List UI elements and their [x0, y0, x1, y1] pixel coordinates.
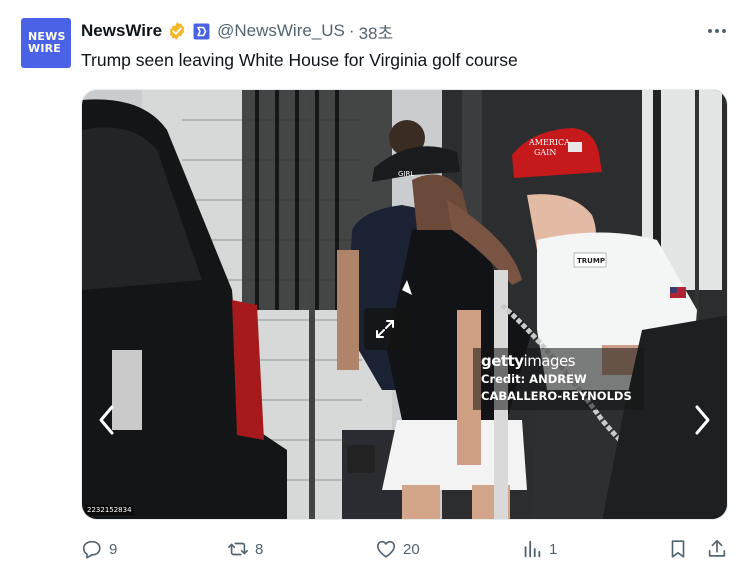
previous-image-chevron-icon[interactable]	[96, 403, 120, 437]
views-button[interactable]: 1	[521, 536, 557, 562]
repost-button[interactable]: 8	[227, 536, 263, 562]
tweet-media[interactable]: GIRL AMERICA GAIN TRUMP gettyimages Cred…	[81, 89, 728, 520]
media-photo[interactable]: GIRL AMERICA GAIN TRUMP	[82, 90, 728, 520]
next-image-chevron-icon[interactable]	[689, 403, 713, 437]
image-id-label: 2232152834	[85, 505, 134, 515]
avatar[interactable]: NEWS WIRE	[21, 18, 71, 68]
hat-text: GIRL	[398, 170, 414, 178]
reply-count: 9	[109, 540, 118, 558]
more-horizontal-icon[interactable]	[706, 20, 728, 42]
watermark-credit-line1: Credit: ANDREW	[481, 372, 587, 386]
getty-watermark: gettyimages Credit: ANDREW CABALLERO-REY…	[473, 348, 644, 410]
cap-text-line1: AMERICA	[528, 138, 570, 147]
bookmark-button[interactable]	[667, 536, 689, 562]
views-count: 1	[549, 540, 558, 558]
repost-icon	[228, 542, 248, 556]
separator-dot: ·	[348, 21, 355, 40]
cap-text-line2: GAIN	[534, 148, 556, 157]
tweet-header: NewsWire @NewsWire_US · 38초	[81, 19, 394, 44]
like-icon	[376, 540, 396, 558]
shirt-logo-text: TRUMP	[577, 257, 605, 265]
expand-icon[interactable]	[364, 308, 406, 350]
watermark-credit-line2: CABALLERO-REYNOLDS	[481, 389, 632, 403]
avatar-text-line2: WIRE	[28, 42, 62, 55]
repost-count: 8	[255, 540, 264, 558]
verified-badge-icon[interactable]	[167, 21, 187, 41]
share-button[interactable]	[706, 536, 728, 562]
views-icon	[524, 540, 541, 558]
action-bar: 9 8 20 1	[81, 536, 728, 562]
tweet-card[interactable]: NEWS WIRE NewsWire @NewsWire_US · 38초 Tr…	[0, 0, 749, 570]
user-handle[interactable]: @NewsWire_US	[217, 21, 345, 41]
bookmark-icon	[671, 540, 685, 558]
like-button[interactable]: 20	[375, 536, 420, 562]
share-icon	[708, 539, 726, 557]
watermark-logo-light: images	[523, 352, 576, 370]
affiliate-badge-icon[interactable]	[193, 23, 210, 40]
display-name[interactable]: NewsWire	[81, 21, 162, 41]
watermark-logo-bold: getty	[481, 352, 524, 370]
reply-icon	[82, 540, 101, 559]
like-count: 20	[403, 540, 420, 558]
reply-button[interactable]: 9	[81, 536, 117, 562]
tweet-text: Trump seen leaving White House for Virgi…	[81, 50, 518, 70]
timestamp[interactable]: 38초	[359, 19, 394, 44]
